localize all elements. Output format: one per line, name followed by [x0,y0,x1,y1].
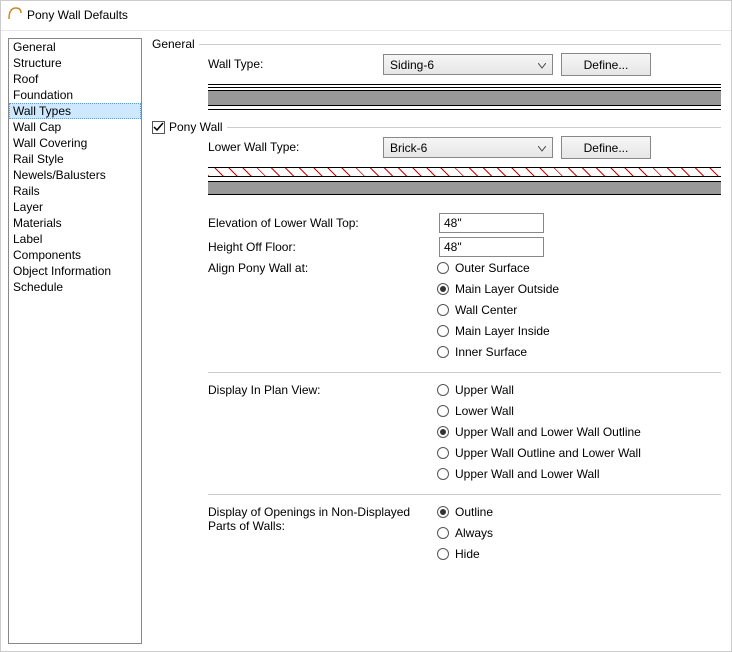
wall-type-preview [208,84,721,110]
pony-wall-checkbox[interactable] [152,121,165,134]
radio-label: Main Layer Outside [455,282,559,296]
sidebar-item-newels-balusters[interactable]: Newels/Balusters [9,167,141,183]
sidebar-item-structure[interactable]: Structure [9,55,141,71]
align-option[interactable]: Wall Center [437,303,721,317]
sidebar-item-wall-types[interactable]: Wall Types [9,103,141,119]
radio-label: Hide [455,547,480,561]
align-label: Align Pony Wall at: [152,261,437,275]
openings-options: Outline Always Hide [437,505,721,568]
row-display-plan: Display In Plan View: Upper Wall Lower Wa… [152,383,721,488]
lower-wall-preview [208,167,721,197]
sidebar-item-wall-covering[interactable]: Wall Covering [9,135,141,151]
sidebar-item-object-information[interactable]: Object Information [9,263,141,279]
display-plan-option[interactable]: Upper Wall Outline and Lower Wall [437,446,721,460]
radio-icon [437,468,449,480]
display-plan-options: Upper Wall Lower Wall Upper Wall and Lower… [437,383,721,488]
openings-label: Display of Openings in Non-Displayed Par… [152,505,437,533]
titlebar: Pony Wall Defaults [1,1,731,31]
define-wall-type-button[interactable]: Define... [561,53,651,76]
radio-label: Upper Wall [455,383,514,397]
radio-icon [437,283,449,295]
openings-option[interactable]: Always [437,526,721,540]
display-plan-option[interactable]: Upper Wall and Lower Wall [437,467,721,481]
wall-type-dropdown[interactable]: Siding-6 [383,54,553,75]
openings-option[interactable]: Outline [437,505,721,519]
sidebar-item-schedule[interactable]: Schedule [9,279,141,295]
sidebar: GeneralStructureRoofFoundationWall Types… [8,38,142,644]
divider [199,44,721,45]
height-label: Height Off Floor: [208,240,439,254]
radio-label: Outer Surface [455,261,530,275]
radio-label: Wall Center [455,303,517,317]
align-option[interactable]: Main Layer Outside [437,282,721,296]
openings-option[interactable]: Hide [437,547,721,561]
group-label: General [152,37,195,51]
sidebar-item-label[interactable]: Label [9,231,141,247]
radio-icon [437,447,449,459]
elevation-label: Elevation of Lower Wall Top: [208,216,439,230]
sidebar-item-rails[interactable]: Rails [9,183,141,199]
radio-label: Outline [455,505,493,519]
group-header-general: General [152,37,721,51]
radio-icon [437,304,449,316]
chevron-down-icon [538,141,546,155]
row-height: Height Off Floor: [152,237,721,257]
sidebar-item-components[interactable]: Components [9,247,141,263]
lower-wall-type-dropdown[interactable]: Brick-6 [383,137,553,158]
radio-icon [437,506,449,518]
group-general: General Wall Type: Siding-6 Define... [152,37,721,110]
sidebar-item-general[interactable]: General [9,39,141,55]
align-options: Outer Surface Main Layer Outside Wall Cent… [437,261,721,366]
display-plan-label: Display In Plan View: [152,383,437,397]
align-option[interactable]: Main Layer Inside [437,324,721,338]
row-elevation: Elevation of Lower Wall Top: [152,213,721,233]
radio-icon [437,527,449,539]
display-plan-option[interactable]: Upper Wall and Lower Wall Outline [437,425,721,439]
height-input[interactable] [439,237,544,257]
sidebar-item-roof[interactable]: Roof [9,71,141,87]
dialog-body: GeneralStructureRoofFoundationWall Types… [1,31,731,651]
radio-label: Main Layer Inside [455,324,550,338]
display-plan-option[interactable]: Lower Wall [437,404,721,418]
app-icon [7,5,23,24]
dialog-window: Pony Wall Defaults GeneralStructureRoofF… [0,0,732,652]
radio-icon [437,325,449,337]
divider [227,127,721,128]
group-header-pony: Pony Wall [152,120,721,134]
radio-icon [437,384,449,396]
radio-icon [437,426,449,438]
dropdown-value: Siding-6 [390,58,434,72]
radio-icon [437,405,449,417]
radio-label: Always [455,526,493,540]
dropdown-value: Brick-6 [390,141,427,155]
content-panel: General Wall Type: Siding-6 Define... [142,31,731,651]
sidebar-item-wall-cap[interactable]: Wall Cap [9,119,141,135]
row-openings: Display of Openings in Non-Displayed Par… [152,505,721,568]
group-pony-wall: Pony Wall Lower Wall Type: Brick-6 Defin… [152,120,721,568]
radio-icon [437,346,449,358]
radio-label: Lower Wall [455,404,514,418]
sidebar-item-layer[interactable]: Layer [9,199,141,215]
radio-label: Inner Surface [455,345,527,359]
row-align: Align Pony Wall at: Outer Surface Main La… [152,261,721,366]
radio-label: Upper Wall and Lower Wall Outline [455,425,641,439]
sidebar-item-foundation[interactable]: Foundation [9,87,141,103]
divider [208,494,721,495]
chevron-down-icon [538,58,546,72]
align-option[interactable]: Inner Surface [437,345,721,359]
sidebar-item-materials[interactable]: Materials [9,215,141,231]
radio-icon [437,548,449,560]
divider [208,372,721,373]
radio-label: Upper Wall and Lower Wall [455,467,600,481]
radio-label: Upper Wall Outline and Lower Wall [455,446,641,460]
align-option[interactable]: Outer Surface [437,261,721,275]
sidebar-item-rail-style[interactable]: Rail Style [9,151,141,167]
window-title: Pony Wall Defaults [27,8,128,22]
display-plan-option[interactable]: Upper Wall [437,383,721,397]
group-label: Pony Wall [169,120,223,134]
radio-icon [437,262,449,274]
define-lower-wall-button[interactable]: Define... [561,136,651,159]
elevation-input[interactable] [439,213,544,233]
